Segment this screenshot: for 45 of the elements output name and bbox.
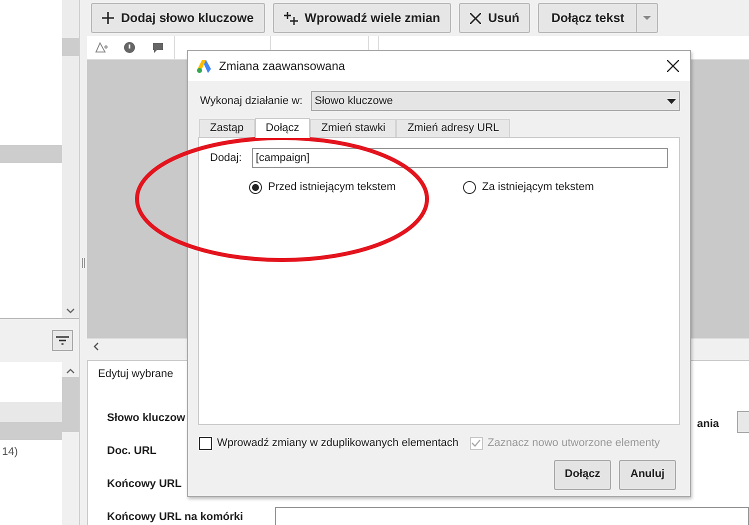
plus-icon (102, 12, 114, 24)
close-icon (667, 60, 679, 72)
dialog-tab[interactable]: Dołącz (254, 118, 310, 138)
chevron-up-icon[interactable] (66, 368, 75, 374)
radio-button[interactable] (249, 180, 262, 194)
field-label: ania (697, 417, 720, 432)
checkmark-icon (471, 439, 481, 448)
toolbar-button[interactable]: Usuń (459, 3, 530, 34)
plus-icon (284, 12, 298, 25)
count-text: 14) (2, 445, 19, 460)
dialog-title: Zmiana zaawansowana (219, 58, 346, 75)
field-label: Słowo kluczow (107, 410, 186, 426)
radio-button[interactable] (463, 180, 476, 194)
action-label: Wykonaj działanie w: (200, 94, 303, 109)
add-input-field[interactable]: [campaign] (252, 148, 668, 168)
chevron-left-icon[interactable] (93, 342, 99, 352)
close-icon (470, 12, 482, 24)
comment-icon (153, 42, 163, 53)
checkbox-label[interactable]: Wprowadź zmiany w zduplikowanych elementach (217, 435, 458, 452)
dialog-tab[interactable]: Zastąp (199, 119, 255, 137)
add-label: Dodaj: (210, 150, 242, 166)
dialog-button[interactable]: Dołącz (554, 460, 611, 490)
radio-label[interactable]: Za istniejącym tekstem (482, 179, 594, 196)
toolbar-button[interactable]: Wprowadź wiele zmian (272, 3, 452, 34)
filter-button[interactable] (52, 330, 73, 351)
dialog-button[interactable]: Anuluj (619, 460, 676, 490)
checkbox[interactable] (199, 436, 212, 450)
scrollbar-thumb[interactable] (62, 38, 79, 56)
chevron-down-icon[interactable] (66, 308, 75, 314)
info-icon (124, 42, 135, 54)
field-label: Końcowy URL na komórki (107, 510, 244, 525)
action-select[interactable]: Słowo kluczowe (310, 91, 680, 111)
dropdown-caret-icon (667, 98, 676, 104)
logo-icon (197, 60, 211, 72)
radio-label[interactable]: Przed istniejącym tekstem (268, 179, 396, 196)
field-label: Końcowy URL (107, 476, 182, 492)
input-field[interactable] (275, 506, 749, 525)
toolbar-button[interactable]: Dodaj słowo kluczowe (91, 3, 265, 34)
dialog-tab[interactable]: Zmień adresy URL (396, 119, 510, 137)
dialog-tab[interactable]: Zmień stawki (310, 119, 396, 137)
field-label: Doc. URL (107, 444, 156, 459)
close-button[interactable] (665, 58, 681, 74)
warning-icon (95, 42, 109, 54)
scrollbar-thumb[interactable] (62, 377, 79, 432)
filter-icon (56, 336, 69, 345)
